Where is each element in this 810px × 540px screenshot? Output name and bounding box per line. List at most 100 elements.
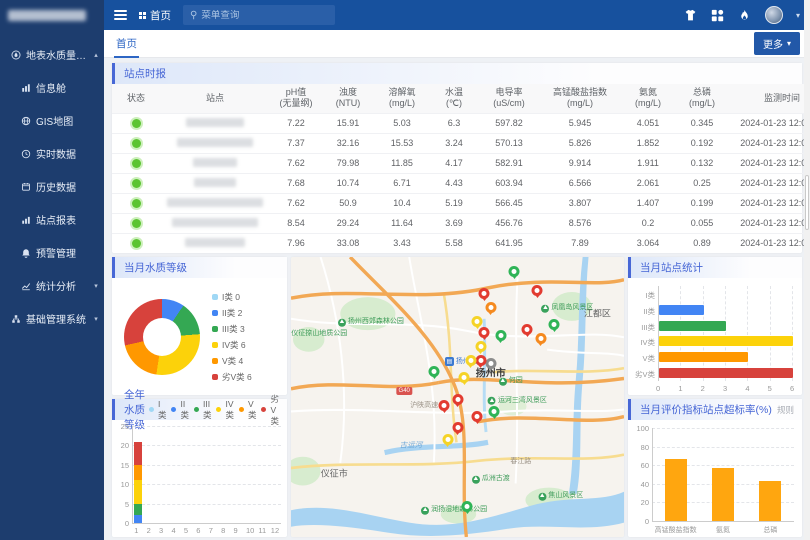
station-marker-pin[interactable] [549, 319, 560, 330]
sidebar-item-6[interactable]: 统计分析▾ [0, 269, 104, 302]
station-marker-pin[interactable] [532, 285, 543, 296]
x-tick-label: 1 [134, 526, 138, 535]
column-header: 高锰酸盐指数(mg/L) [540, 84, 620, 113]
panel-title: 站点时报 [124, 66, 166, 81]
clock-icon [20, 148, 31, 159]
sidebar-item-4[interactable]: 站点报表 [0, 203, 104, 236]
trend-icon [20, 280, 31, 291]
column-unit: (℃) [432, 98, 476, 109]
layout-icon[interactable] [711, 8, 725, 22]
station-marker-pin[interactable] [522, 324, 533, 335]
station-marker-pin[interactable] [509, 266, 520, 277]
sidebar-item-5[interactable]: 预警管理 [0, 236, 104, 269]
panel-header: 站点时报 [112, 63, 802, 84]
station-name-cell [160, 113, 270, 133]
topbar: 首页 ⚲ ▾ [104, 0, 810, 30]
value-cell: 2.061 [620, 173, 676, 193]
column-name: 水温 [432, 87, 476, 98]
column-name: 总磷 [678, 87, 726, 98]
sidebar-group-1[interactable]: 基础管理系统▾ [0, 302, 104, 335]
station-marker-pin[interactable] [485, 358, 496, 369]
legend-label: I类 0 [222, 291, 240, 303]
column-unit: (mg/L) [678, 98, 726, 109]
y-tick-label: 40 [641, 480, 649, 489]
value-cell: 2024-01-23 12:00:00 [728, 153, 810, 173]
hamburger-menu-icon[interactable] [114, 10, 127, 20]
station-marker-pin[interactable] [489, 406, 500, 417]
more-button[interactable]: 更多 ▾ [754, 32, 800, 55]
station-marker-pin[interactable] [479, 288, 490, 299]
stack-segment [134, 480, 142, 503]
exceedance-panel: 当月评价指标站点超标率(%) 规则 020406080100高锰酸盐指数氨氮总磷 [628, 399, 802, 537]
main-area: 首页 ⚲ ▾ 首页 更多 ▾ [104, 0, 810, 540]
station-marker-pin[interactable] [535, 333, 546, 344]
station-marker-pin[interactable] [452, 422, 463, 433]
station-marker-pin[interactable] [472, 316, 483, 327]
station-marker-pin[interactable] [475, 341, 486, 352]
table-row: 7.3732.1615.533.24570.135.8261.8520.1922… [112, 133, 810, 153]
station-marker-pin[interactable] [472, 411, 483, 422]
theme-icon[interactable] [684, 8, 698, 22]
tab-home[interactable]: 首页 [114, 30, 139, 58]
breadcrumb[interactable]: 首页 [139, 8, 171, 23]
status-online-dot [132, 219, 141, 228]
station-marker-pin[interactable] [429, 366, 440, 377]
station-marker-pin[interactable] [439, 400, 450, 411]
road-badge: G40 [397, 387, 412, 395]
value-cell: 2024-01-23 12:00:00 [728, 193, 810, 213]
sidebar-group-0[interactable]: 地表水质量监测系统▴ [0, 38, 104, 71]
menu-search[interactable]: ⚲ [183, 5, 335, 25]
station-marker-pin[interactable] [452, 394, 463, 405]
station-marker-pin[interactable] [479, 327, 490, 338]
chevron-down-icon[interactable]: ▾ [796, 11, 800, 20]
column-unit: (mg/L) [376, 98, 428, 109]
station-marker-pin[interactable] [495, 330, 506, 341]
column-name: 状态 [114, 93, 158, 104]
column-name: 电导率 [480, 87, 538, 98]
station-name-cell [160, 153, 270, 173]
status-cell [112, 193, 160, 213]
column-header: 溶解氧(mg/L) [374, 84, 430, 113]
sidebar-item-0[interactable]: 信息舱 [0, 71, 104, 104]
station-map[interactable]: 扬州市江都区仪征市古运河春江路沪陕高速▤扬州站⛰扬州西郊森林公园⛰仪征捺山地质公… [291, 257, 624, 537]
y-category-label: IV类 [640, 337, 655, 348]
station-marker-pin[interactable] [465, 355, 476, 366]
search-input[interactable] [201, 10, 328, 21]
flame-icon[interactable] [738, 8, 752, 22]
globe-icon [20, 115, 31, 126]
column-header: 浊度(NTU) [322, 84, 374, 113]
station-marker-pin[interactable] [459, 372, 470, 383]
station-marker-pin[interactable] [485, 302, 496, 313]
page-scrollbar[interactable] [804, 0, 810, 540]
value-cell: 32.16 [322, 133, 374, 153]
value-cell: 582.91 [478, 153, 540, 173]
sidebar-item-1[interactable]: GIS地图 [0, 104, 104, 137]
gridline [132, 465, 281, 466]
panel-header: 当月水质等级 [112, 257, 287, 278]
gridline [132, 445, 281, 446]
value-cell: 6.566 [540, 173, 620, 193]
column-unit: (mg/L) [542, 98, 618, 109]
station-marker-pin[interactable] [462, 501, 473, 512]
legend-label: II类 2 [222, 307, 242, 319]
station-report-panel: 站点时报 状态站点pH值(无量纲)浊度(NTU)溶解氧(mg/L)水温(℃)电导… [112, 63, 802, 253]
legend-item: 劣V类 6 [212, 371, 252, 383]
sidebar-item-3[interactable]: 历史数据 [0, 170, 104, 203]
user-avatar[interactable] [765, 6, 783, 24]
hbar [659, 321, 726, 331]
rules-link[interactable]: 规则 [777, 404, 794, 416]
legend-dot [194, 407, 199, 412]
stack-segment [134, 504, 142, 516]
donut-wrap: I类 0II类 2III类 3IV类 6V类 4劣V类 6 [112, 278, 287, 395]
scrollbar-thumb[interactable] [805, 175, 809, 230]
chevron-up-icon: ▴ [94, 50, 98, 58]
value-cell: 2024-01-23 12:00:00 [728, 113, 810, 133]
station-marker-pin[interactable] [442, 434, 453, 445]
table-row: 7.9633.083.435.58641.957.893.0640.892024… [112, 233, 810, 253]
gridline [770, 286, 771, 381]
panel-header: 全年水质等级 I类II类III类IV类V类劣V类 [112, 399, 287, 420]
water-system-icon [10, 49, 21, 60]
station-marker-pin[interactable] [475, 355, 486, 366]
sidebar-item-2[interactable]: 实时数据 [0, 137, 104, 170]
panel-title: 当月站点统计 [640, 260, 703, 275]
